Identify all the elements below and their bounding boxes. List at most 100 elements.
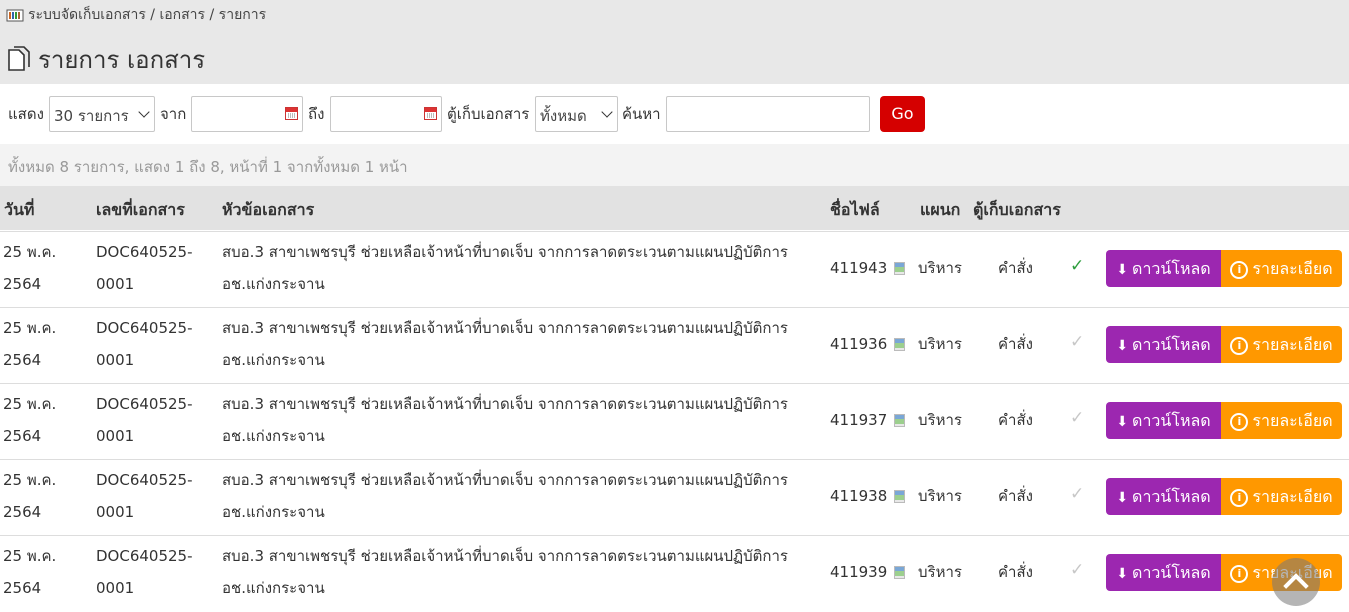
row-title: สบอ.3 สาขาเพชรบุรี ช่วยเหลือเจ้าหน้าที่บ… — [222, 319, 788, 337]
table-row: 25 พ.ค. 2564 DOC640525- 0001 สบอ.3 สาขาเ… — [0, 535, 1349, 612]
detail-button[interactable]: iรายละเอียด — [1221, 402, 1342, 439]
row-dept: บริหาร — [918, 411, 962, 429]
row-file: 411937 — [830, 411, 888, 429]
detail-label: รายละเอียด — [1252, 259, 1333, 278]
check-icon: ✓ — [1070, 408, 1085, 428]
row-title: สบอ.3 สาขาเพชรบุรี ช่วยเหลือเจ้าหน้าที่บ… — [222, 471, 788, 489]
row-file: 411943 — [830, 259, 888, 277]
cabinet-select[interactable]: ทั้งหมด — [535, 96, 618, 132]
scroll-to-top-button[interactable] — [1272, 558, 1320, 606]
row-file: 411936 — [830, 335, 888, 353]
go-button[interactable]: Go — [880, 96, 925, 132]
from-date-input[interactable] — [191, 96, 303, 132]
row-doc-no-suffix: 0001 — [96, 351, 135, 369]
download-label: ดาวน์โหลด — [1132, 411, 1211, 430]
detail-label: รายละเอียด — [1252, 335, 1333, 354]
calendar-icon[interactable] — [424, 107, 437, 120]
chevron-down-icon — [138, 106, 150, 118]
row-title-line2: อช.แก่งกระจาน — [222, 579, 325, 597]
col-file: ชื่อไฟล์ — [830, 200, 880, 219]
row-dept: บริหาร — [918, 487, 962, 505]
row-date: 25 พ.ค. — [3, 319, 57, 337]
download-icon: ⬇ — [1116, 414, 1129, 430]
info-icon: i — [1230, 261, 1249, 279]
row-doc-no: DOC640525- — [96, 395, 193, 413]
search-input[interactable] — [666, 96, 870, 132]
file-icon — [894, 338, 905, 351]
table-row: 25 พ.ค. 2564 DOC640525- 0001 สบอ.3 สาขาเ… — [0, 383, 1349, 460]
download-label: ดาวน์โหลด — [1132, 563, 1211, 582]
file-icon — [894, 262, 905, 275]
download-button[interactable]: ⬇ ดาวน์โหลด — [1106, 250, 1221, 287]
info-icon: i — [1230, 337, 1249, 355]
breadcrumb: ระบบจัดเก็บเอกสาร / เอกสาร / รายการ — [6, 4, 266, 26]
download-icon: ⬇ — [1116, 566, 1129, 582]
col-date: วันที่ — [4, 200, 35, 219]
download-button[interactable]: ⬇ ดาวน์โหลด — [1106, 478, 1221, 515]
check-icon: ✓ — [1070, 560, 1085, 580]
download-icon: ⬇ — [1116, 490, 1129, 506]
search-label: ค้นหา — [622, 105, 661, 123]
row-date-year: 2564 — [3, 427, 42, 445]
page-title-text: รายการ เอกสาร — [38, 46, 206, 74]
row-title-line2: อช.แก่งกระจาน — [222, 427, 325, 445]
from-label: จาก — [160, 105, 187, 123]
chevron-down-icon — [601, 106, 613, 118]
filter-bar: แสดง 30 รายการ จาก ถึง ตู้เก็บเอกสาร ทั้… — [0, 84, 1349, 144]
download-button[interactable]: ⬇ ดาวน์โหลด — [1106, 402, 1221, 439]
detail-label: รายละเอียด — [1252, 487, 1333, 506]
row-cabinet: คำสั่ง — [998, 487, 1033, 505]
table-row: 25 พ.ค. 2564 DOC640525- 0001 สบอ.3 สาขาเ… — [0, 459, 1349, 536]
row-dept: บริหาร — [918, 563, 962, 581]
row-dept: บริหาร — [918, 259, 962, 277]
cabinet-label: ตู้เก็บเอกสาร — [447, 105, 530, 123]
file-icon — [894, 490, 905, 503]
row-doc-no: DOC640525- — [96, 471, 193, 489]
row-dept: บริหาร — [918, 335, 962, 353]
download-icon: ⬇ — [1116, 262, 1129, 278]
row-date: 25 พ.ค. — [3, 547, 57, 565]
table-row: 25 พ.ค. 2564 DOC640525- 0001 สบอ.3 สาขาเ… — [0, 231, 1349, 308]
row-doc-no: DOC640525- — [96, 547, 193, 565]
detail-label: รายละเอียด — [1252, 411, 1333, 430]
breadcrumb-text[interactable]: ระบบจัดเก็บเอกสาร / เอกสาร / รายการ — [28, 4, 266, 26]
col-cabinet: ตู้เก็บเอกสาร — [973, 200, 1061, 219]
file-icon — [894, 566, 905, 579]
detail-button[interactable]: iรายละเอียด — [1221, 250, 1342, 287]
check-icon: ✓ — [1070, 256, 1085, 276]
row-title-line2: อช.แก่งกระจาน — [222, 275, 325, 293]
row-doc-no: DOC640525- — [96, 243, 193, 261]
page-title: รายการ เอกสาร — [6, 40, 205, 79]
row-title-line2: อช.แก่งกระจาน — [222, 351, 325, 369]
file-icon — [894, 414, 905, 427]
download-label: ดาวน์โหลด — [1132, 335, 1211, 354]
page-size-select[interactable]: 30 รายการ — [49, 96, 155, 132]
row-doc-no-suffix: 0001 — [96, 579, 135, 597]
info-icon: i — [1230, 565, 1249, 583]
row-file: 411939 — [830, 563, 888, 581]
row-doc-no-suffix: 0001 — [96, 275, 135, 293]
download-icon: ⬇ — [1116, 338, 1129, 354]
download-button[interactable]: ⬇ ดาวน์โหลด — [1106, 554, 1221, 591]
row-doc-no: DOC640525- — [96, 319, 193, 337]
info-icon: i — [1230, 489, 1249, 507]
row-title: สบอ.3 สาขาเพชรบุรี ช่วยเหลือเจ้าหน้าที่บ… — [222, 243, 788, 261]
row-date: 25 พ.ค. — [3, 471, 57, 489]
calendar-icon[interactable] — [285, 107, 298, 120]
row-date: 25 พ.ค. — [3, 243, 57, 261]
header-band: ระบบจัดเก็บเอกสาร / เอกสาร / รายการ รายก… — [0, 0, 1349, 84]
row-doc-no-suffix: 0001 — [96, 503, 135, 521]
to-date-input[interactable] — [330, 96, 442, 132]
row-date-year: 2564 — [3, 503, 42, 521]
col-doc-no: เลขที่เอกสาร — [96, 200, 185, 219]
row-file: 411938 — [830, 487, 888, 505]
download-button[interactable]: ⬇ ดาวน์โหลด — [1106, 326, 1221, 363]
row-title: สบอ.3 สาขาเพชรบุรี ช่วยเหลือเจ้าหน้าที่บ… — [222, 547, 788, 565]
detail-button[interactable]: iรายละเอียด — [1221, 326, 1342, 363]
row-cabinet: คำสั่ง — [998, 259, 1033, 277]
documents-icon — [6, 45, 32, 74]
col-title: หัวข้อเอกสาร — [222, 200, 315, 219]
row-date: 25 พ.ค. — [3, 395, 57, 413]
download-label: ดาวน์โหลด — [1132, 487, 1211, 506]
detail-button[interactable]: iรายละเอียด — [1221, 478, 1342, 515]
